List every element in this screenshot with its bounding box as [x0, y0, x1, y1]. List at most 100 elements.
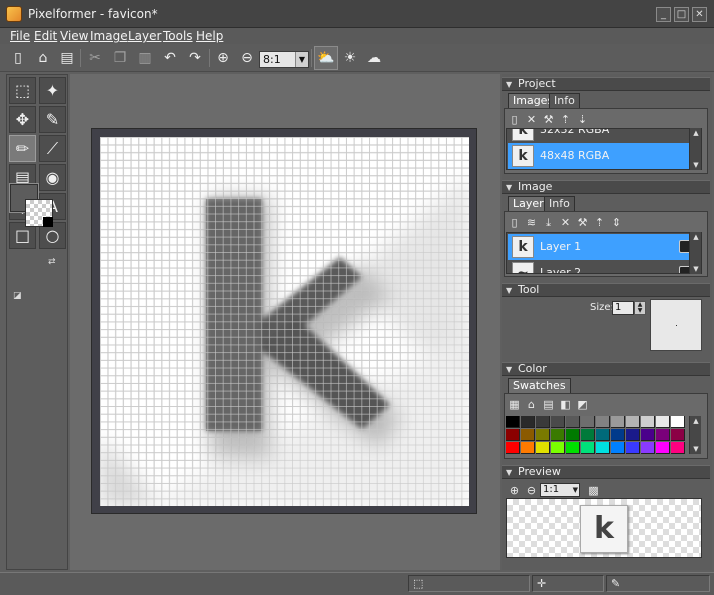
scroll-down-icon[interactable]: ▼ — [691, 265, 701, 273]
scroll-down-icon[interactable]: ▼ — [691, 445, 701, 453]
color-swatch[interactable] — [671, 429, 685, 441]
color-swatch[interactable] — [521, 429, 535, 441]
list-item[interactable]: k 32x32 RGBA — [508, 129, 700, 143]
close-button[interactable]: ✕ — [692, 7, 707, 22]
cloud-icon[interactable]: ☁ — [364, 48, 384, 68]
color-swatch[interactable] — [536, 429, 550, 441]
color-swatch[interactable] — [551, 429, 565, 441]
fill-tool[interactable]: ◉ — [39, 164, 66, 191]
zoom-out-icon[interactable]: ⊖ — [524, 483, 539, 498]
image-list-scrollbar[interactable]: ▲ ▼ — [689, 128, 701, 170]
color-swatch[interactable] — [671, 442, 685, 454]
color-swatch[interactable] — [566, 416, 580, 428]
menu-help[interactable]: Help — [196, 29, 223, 43]
color-swatch[interactable] — [521, 416, 535, 428]
color-swatch[interactable] — [551, 416, 565, 428]
tab-swatches[interactable]: Swatches — [508, 378, 571, 393]
zoom-in-icon[interactable]: ⊕ — [213, 48, 233, 68]
scroll-down-icon[interactable]: ▼ — [691, 161, 701, 169]
swap-colors-icon[interactable]: ⇄ — [48, 257, 56, 267]
color-swatch[interactable] — [596, 429, 610, 441]
layer-order-icon[interactable]: ⇕ — [609, 215, 624, 230]
menu-edit[interactable]: Edit — [34, 29, 57, 43]
layer-properties-icon[interactable]: ⚒ — [575, 215, 590, 230]
color-swatch[interactable] — [611, 442, 625, 454]
color-swatch[interactable] — [551, 442, 565, 454]
zoom-in-icon[interactable]: ⊕ — [507, 483, 522, 498]
layer-list-scrollbar[interactable]: ▲ ▼ — [689, 232, 701, 274]
delete-image-icon[interactable]: ✕ — [524, 112, 539, 127]
layer-up-icon[interactable]: ⇡ — [592, 215, 607, 230]
checker-toggle-icon[interactable]: ▩ — [586, 483, 601, 498]
sun-icon[interactable]: ☀ — [340, 48, 360, 68]
color-swatch[interactable] — [506, 416, 520, 428]
color-swatch[interactable] — [626, 429, 640, 441]
color-swatch[interactable] — [641, 416, 655, 428]
grid-icon[interactable]: ▦ — [507, 397, 522, 412]
zoom-select[interactable]: 8:1 ▼ — [259, 51, 309, 68]
tab-project-info[interactable]: Info — [549, 93, 580, 108]
color-swatch[interactable] — [641, 429, 655, 441]
chevron-down-icon[interactable]: ▼ — [573, 484, 578, 496]
size-input[interactable]: 1 — [612, 301, 634, 315]
menu-image[interactable]: Image — [90, 29, 128, 43]
project-panel-header[interactable]: ▼ Project — [502, 77, 710, 91]
sun-cloud-toggle[interactable]: ⛅ — [314, 46, 338, 70]
delete-layer-icon[interactable]: ✕ — [558, 215, 573, 230]
copy-icon[interactable]: ❐ — [110, 48, 130, 68]
tab-image-info[interactable]: Info — [544, 196, 575, 211]
redo-icon[interactable]: ↷ — [185, 48, 205, 68]
menu-layer[interactable]: Layer — [128, 29, 161, 43]
move-down-icon[interactable]: ⇣ — [575, 112, 590, 127]
scroll-up-icon[interactable]: ▲ — [691, 417, 701, 425]
color-swatch[interactable] — [656, 416, 670, 428]
preview-zoom-select[interactable]: 1:1 ▼ — [540, 483, 580, 497]
color-panel-header[interactable]: ▼ Color — [502, 362, 710, 376]
open-swatches-icon[interactable]: ⌂ — [524, 397, 539, 412]
color-swatch[interactable] — [581, 442, 595, 454]
menu-file[interactable]: File — [10, 29, 30, 43]
new-icon[interactable]: ▯ — [8, 48, 28, 68]
list-item-selected[interactable]: k Layer 1 — [508, 234, 700, 260]
color-swatch[interactable] — [566, 442, 580, 454]
color-swatch[interactable] — [641, 442, 655, 454]
brush-tool[interactable]: ⟋ — [39, 135, 66, 162]
list-item[interactable]: ~ Layer 2 — [508, 260, 700, 273]
size-stepper[interactable]: ▲ ▼ — [634, 301, 646, 315]
tool-panel-header[interactable]: ▼ Tool — [502, 283, 710, 297]
paste-icon[interactable]: ▥ — [135, 48, 155, 68]
cut-icon[interactable]: ✂ — [85, 48, 105, 68]
minimize-button[interactable]: _ — [656, 7, 671, 22]
save-swatches-icon[interactable]: ▤ — [541, 397, 556, 412]
merge-down-icon[interactable]: ⤓ — [541, 215, 556, 230]
menu-view[interactable]: View — [60, 29, 88, 43]
color-swatch[interactable] — [506, 429, 520, 441]
color-swatch[interactable] — [506, 442, 520, 454]
color-swatch[interactable] — [626, 416, 640, 428]
swatches-scrollbar[interactable]: ▲ ▼ — [689, 416, 701, 454]
undo-icon[interactable]: ↶ — [160, 48, 180, 68]
color-swatch[interactable] — [536, 442, 550, 454]
color-swatch[interactable] — [536, 416, 550, 428]
color-swatch[interactable] — [671, 416, 685, 428]
new-image-icon[interactable]: ▯ — [507, 112, 522, 127]
image-panel-header[interactable]: ▼ Image — [502, 180, 710, 194]
layer-stack-icon[interactable]: ≋ — [524, 215, 539, 230]
zoom-out-icon[interactable]: ⊖ — [237, 48, 257, 68]
open-icon[interactable]: ⌂ — [33, 48, 53, 68]
move-up-icon[interactable]: ⇡ — [558, 112, 573, 127]
color-swatch[interactable] — [521, 442, 535, 454]
properties-icon[interactable]: ⚒ — [541, 112, 556, 127]
new-layer-icon[interactable]: ▯ — [507, 215, 522, 230]
color-swatch[interactable] — [611, 429, 625, 441]
reset-colors-icon[interactable]: ◪ — [13, 291, 22, 301]
magic-wand-tool[interactable]: ✦ — [39, 77, 66, 104]
pixel-canvas[interactable] — [100, 137, 469, 506]
remove-swatch-icon[interactable]: ◩ — [575, 397, 590, 412]
save-icon[interactable]: ▤ — [57, 48, 77, 68]
color-swatch[interactable] — [581, 416, 595, 428]
color-swatch[interactable] — [656, 442, 670, 454]
color-swatch[interactable] — [596, 442, 610, 454]
add-swatch-icon[interactable]: ◧ — [558, 397, 573, 412]
eyedropper-tool[interactable]: ✎ — [39, 106, 66, 133]
